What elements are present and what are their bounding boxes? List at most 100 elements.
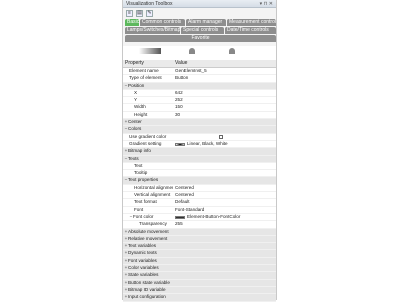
property-value[interactable]: GenElemInst_5 [173,68,276,74]
property-value-text: Default [175,199,190,205]
property-name-text: Gradient setting [129,140,162,146]
property-value[interactable] [173,229,276,235]
property-value[interactable] [173,280,276,286]
property-name: Width [123,104,173,110]
property-row[interactable]: Y 252 [123,97,276,105]
property-name: −Texts [123,156,173,162]
property-value[interactable] [173,250,276,256]
property-row[interactable]: Width 150 [123,104,276,112]
property-name-text: Dynamic texts [128,250,157,256]
property-row[interactable]: Type of element Button [123,75,276,83]
visualization-toolbox-panel: Visualization Toolbox ▾ ⊓ ✕ ≡ ▤ ✎ Basic … [122,0,277,302]
tab-alarm-manager[interactable]: Alarm manager [186,19,226,26]
property-value[interactable]: Default [173,199,276,205]
property-row[interactable]: −Position [123,82,276,90]
property-row[interactable]: +Text variables [123,243,276,251]
property-name: +Font variables [123,258,173,264]
property-value[interactable] [173,170,276,176]
property-row[interactable]: Height 30 [123,112,276,120]
tab-basic[interactable]: Basic [125,19,139,26]
gradient-checkbox[interactable] [219,134,223,139]
property-row[interactable]: X 642 [123,90,276,98]
tab-date-time-controls[interactable]: Date/Time controls [225,27,276,34]
property-value[interactable]: 30 [173,112,276,118]
property-row[interactable]: −Text properties [123,177,276,185]
property-name-text: Relative movement [128,235,168,241]
tab-favorite[interactable]: Favorite [125,35,276,42]
property-row[interactable]: +Bitmap ID variable [123,286,276,295]
property-row[interactable]: +Center [123,119,276,127]
property-name: Type of element [123,75,173,81]
property-row[interactable]: +Dynamic texts [123,250,276,258]
property-row[interactable]: Text [123,163,276,171]
round-element-preview[interactable] [189,48,195,54]
property-row[interactable]: −Texts [123,155,276,163]
property-value-text: 642 [175,89,183,95]
property-row[interactable]: Tooltip [123,170,276,178]
property-value[interactable]: 252 [173,97,276,103]
round-element-preview-2[interactable] [229,48,235,54]
edit-icon[interactable]: ✎ [146,9,153,17]
property-value[interactable]: 150 [173,104,276,110]
property-value[interactable] [173,156,276,162]
property-value[interactable] [173,119,276,125]
property-name: Font [123,207,173,213]
property-value[interactable] [173,126,276,132]
property-value[interactable]: Font-Standard [173,207,276,213]
property-value[interactable] [173,287,276,293]
property-row[interactable]: −Font color Element-Button-FontColor [123,214,276,222]
property-value[interactable]: 255 [173,221,276,227]
category-tabs: Basic Common controls Alarm manager Meas… [123,18,276,46]
property-value[interactable]: Centered [173,185,276,191]
property-name-text: Use gradient color [129,133,167,139]
property-value[interactable] [173,134,276,140]
property-name-text: Y [134,97,138,103]
property-row[interactable]: Transparency 255 [123,221,276,229]
property-row[interactable]: +State variables [123,272,276,280]
property-row[interactable]: Font Font-Standard [123,207,276,214]
property-row[interactable]: Text format Default [123,199,276,207]
property-value[interactable] [173,265,276,271]
categorized-icon[interactable]: ≡ [126,9,133,17]
property-value[interactable]: Element-Button-FontColor [173,214,276,220]
tab-measurement-controls[interactable]: Measurement controls [227,19,276,26]
property-row[interactable]: −Colors [123,126,276,134]
property-value[interactable] [173,177,276,183]
property-value[interactable]: 642 [173,90,276,96]
property-name: +Button state variable [123,280,173,286]
property-name-text: Type of element [129,75,162,81]
tab-special-controls[interactable]: Special controls [181,27,224,34]
window-buttons[interactable]: ▾ ⊓ ✕ [260,1,273,7]
property-row[interactable]: +Absolute movement [123,228,276,236]
property-row[interactable]: Gradient setting Linear, Black, White [123,140,276,149]
property-value[interactable] [173,83,276,89]
property-value[interactable] [173,272,276,278]
property-value[interactable] [173,243,276,249]
list-icon[interactable]: ▤ [136,9,143,17]
property-name: Transparency [123,221,173,227]
property-value-text: 255 [175,221,183,227]
property-value[interactable]: Centered [173,192,276,198]
tab-common-controls[interactable]: Common controls [140,19,185,26]
gradient-element-preview[interactable] [139,48,161,54]
property-row[interactable]: +Bitmap info [123,148,276,156]
property-row[interactable]: Use gradient color [123,134,276,141]
property-name: Height [123,112,173,118]
property-value[interactable] [173,258,276,264]
property-value[interactable]: Linear, Black, White [173,141,276,147]
property-row[interactable]: Horizontal alignment Centered [123,185,276,193]
property-row[interactable]: Element name GenElemInst_5 [123,68,276,76]
property-value[interactable] [173,163,276,169]
property-row[interactable]: +Font variables [123,257,276,266]
property-row[interactable]: +Button state variable [123,279,276,287]
property-value[interactable]: Button [173,75,276,81]
property-row[interactable]: +Input configuration [123,294,276,302]
property-name: Use gradient color [123,134,173,140]
tab-lamps-switches-bitmaps[interactable]: Lamps/Switches/Bitmaps [125,27,180,34]
property-row[interactable]: Vertical alignment Centered [123,192,276,200]
property-name-text: Button state variable [128,279,170,285]
property-row[interactable]: +Color variables [123,265,276,273]
property-row[interactable]: +Relative movement [123,235,276,244]
property-value[interactable] [173,148,276,154]
property-value[interactable] [173,236,276,242]
